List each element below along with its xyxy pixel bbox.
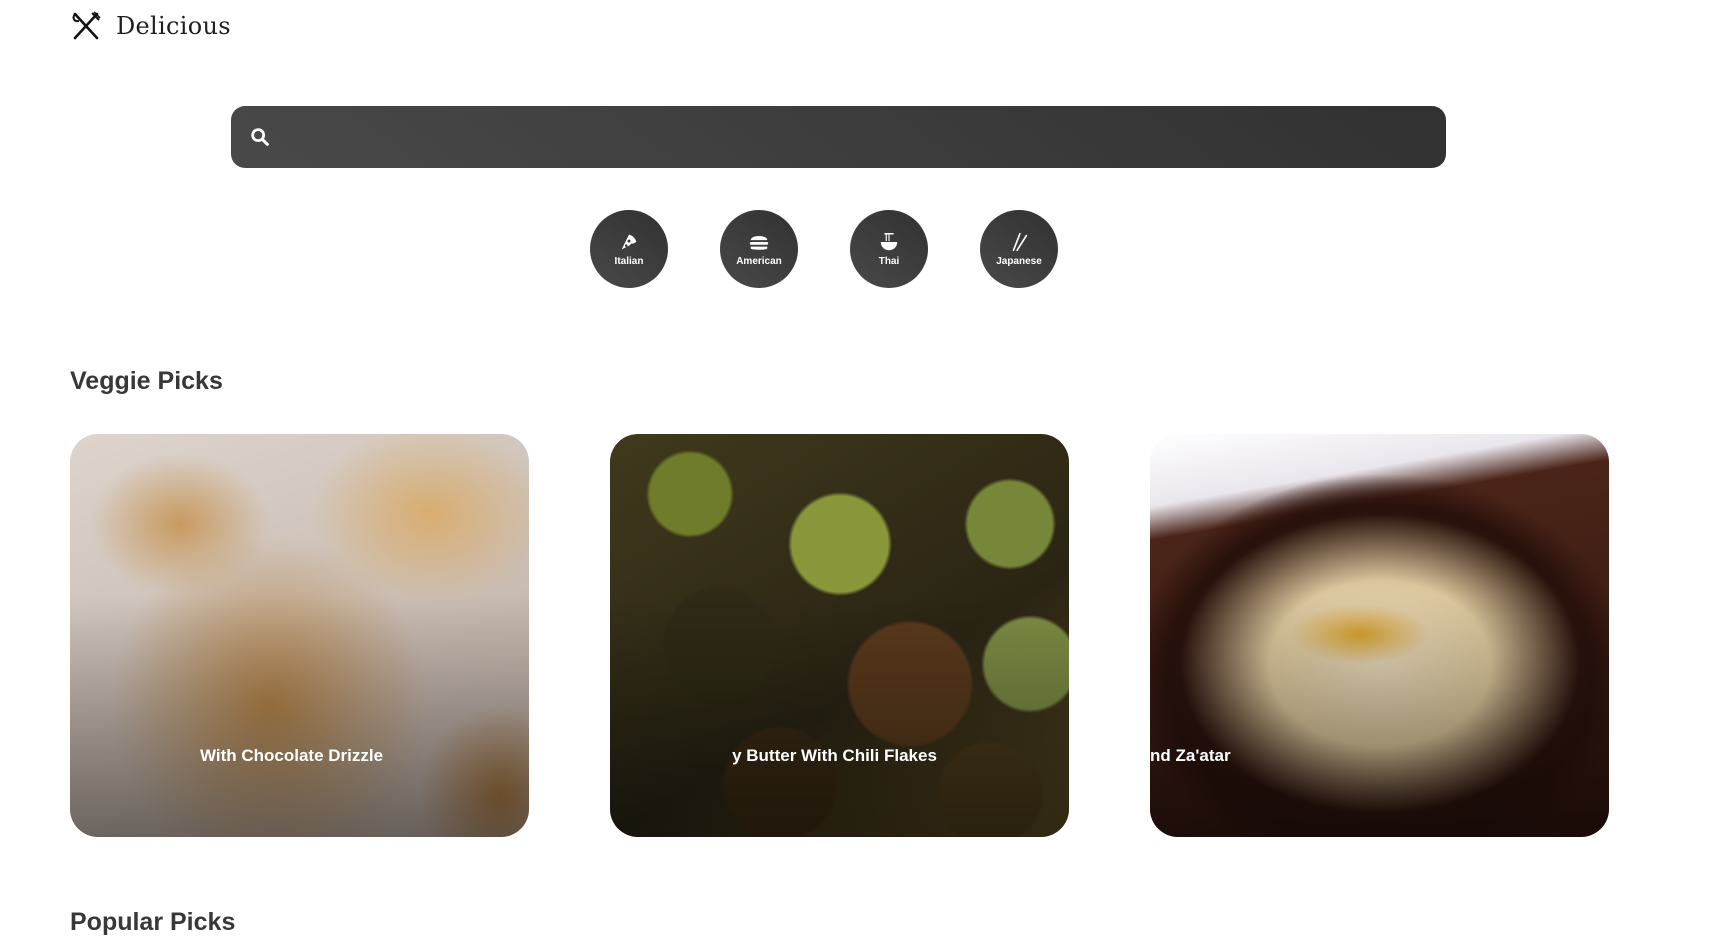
fork-knife-icon [72, 11, 101, 40]
cuisine-label: Italian [614, 256, 644, 267]
recipe-title: y Butter With Chili Flakes [732, 746, 937, 765]
search-bar [231, 106, 1446, 168]
logo-text: Delicious [116, 12, 231, 40]
popular-picks-heading: Popular Picks [70, 908, 236, 936]
recipe-card[interactable]: With Chocolate Drizzle [70, 434, 529, 837]
cuisine-italian-button[interactable]: Italian [590, 210, 668, 288]
recipe-title: With Chocolate Drizzle [199, 746, 384, 765]
logo-link[interactable]: Delicious [70, 10, 231, 42]
cuisine-label: Thai [878, 256, 900, 267]
veggie-carousel: With Chocolate Drizzle y Butter With Chi… [70, 434, 1609, 837]
cuisine-nav: Italian American Thai Japanese [590, 210, 1058, 288]
cuisine-japanese-button[interactable]: Japanese [980, 210, 1058, 288]
recipe-title: nd Za'atar [1150, 746, 1231, 765]
cuisine-label: American [736, 256, 782, 267]
chopsticks-icon [1012, 232, 1028, 252]
search-icon [251, 128, 269, 146]
pizza-icon [621, 234, 637, 250]
veggie-picks-heading: Veggie Picks [70, 367, 223, 395]
burger-icon [749, 236, 769, 250]
recipe-card[interactable]: y Butter With Chili Flakes [610, 434, 1069, 837]
noodle-bowl-icon [880, 233, 898, 251]
search-input[interactable] [271, 106, 1446, 168]
cuisine-thai-button[interactable]: Thai [850, 210, 928, 288]
page: Delicious Italian American Thai Japanese… [0, 0, 1729, 942]
cuisine-label: Japanese [996, 256, 1042, 267]
recipe-card[interactable]: nd Za'atar [1150, 434, 1609, 837]
cuisine-american-button[interactable]: American [720, 210, 798, 288]
